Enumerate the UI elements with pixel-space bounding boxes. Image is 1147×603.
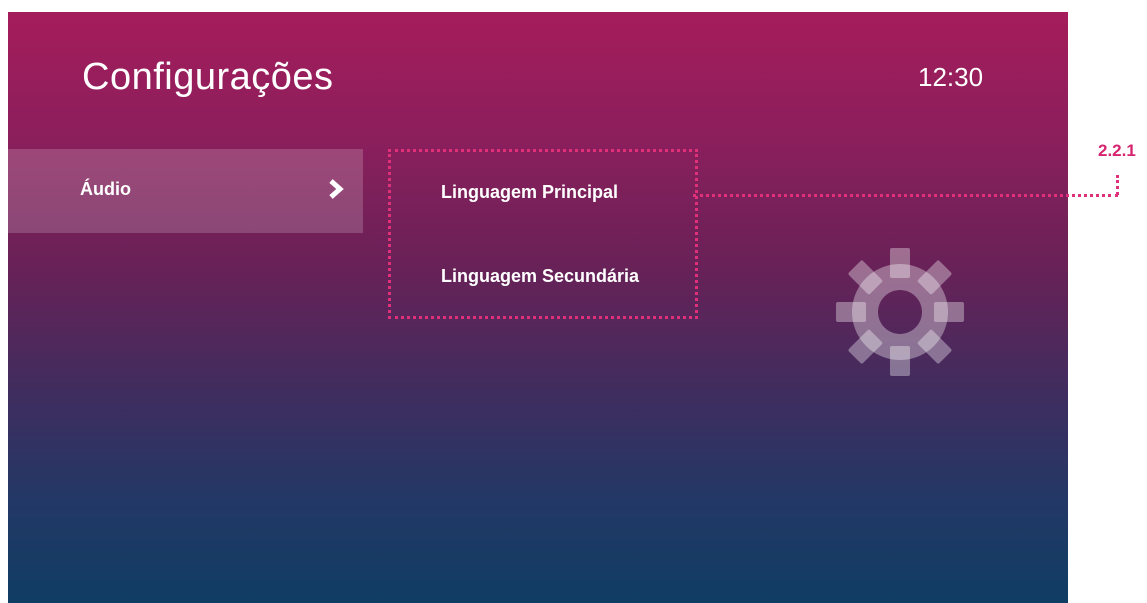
clock: 12:30 (918, 62, 984, 92)
submenu-item-primary-language[interactable]: Linguagem Principal (441, 182, 618, 203)
page-title: Configurações (82, 56, 334, 98)
annotation-label: 2.2.1 (1098, 141, 1136, 160)
annotation-connector-vertical (1116, 175, 1119, 195)
chevron-right-icon (329, 179, 344, 199)
menu-item-label: Áudio (80, 179, 131, 199)
stage: Configurações 12:30 Áudio Linguagem Prin… (0, 0, 1147, 603)
menu-item-audio[interactable]: Áudio (8, 149, 363, 233)
annotation-connector-horizontal (693, 194, 1118, 197)
gear-icon (836, 248, 964, 376)
tv-screen: Configurações 12:30 Áudio Linguagem Prin… (8, 12, 1068, 603)
submenu-item-secondary-language[interactable]: Linguagem Secundária (441, 266, 639, 287)
submenu-panel: Linguagem Principal Linguagem Secundária (388, 149, 698, 319)
